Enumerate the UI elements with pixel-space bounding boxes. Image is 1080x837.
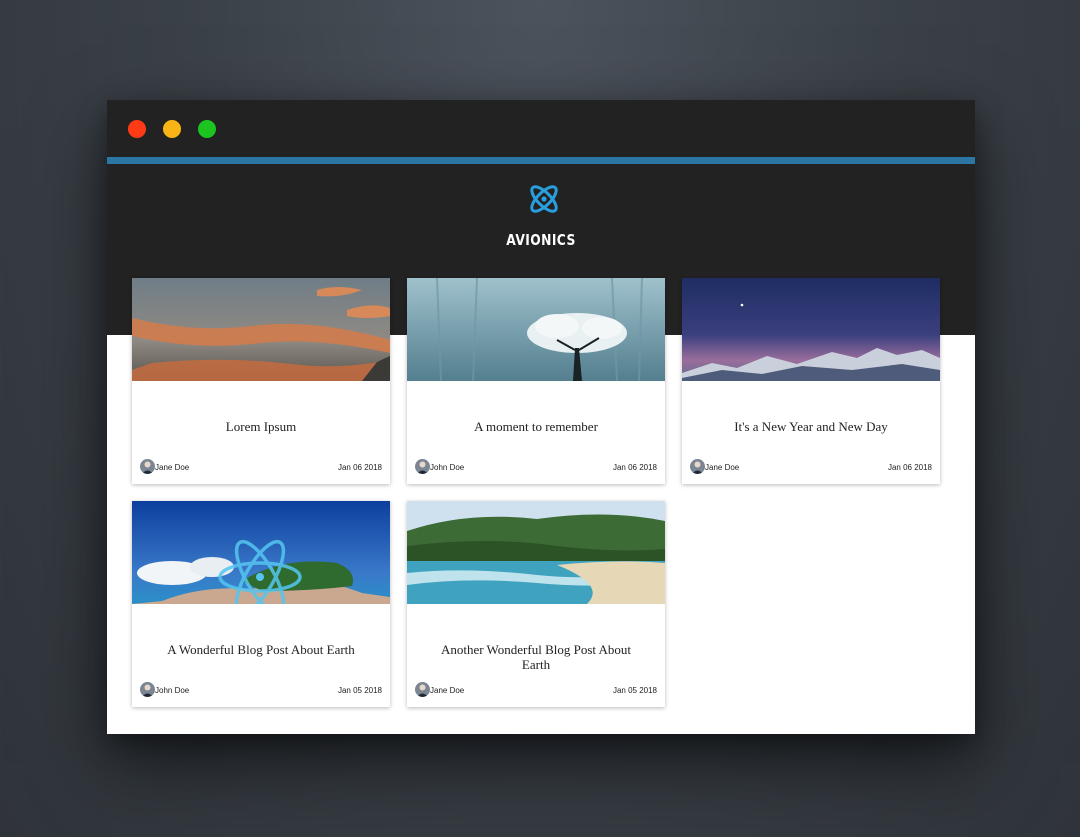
author-avatar bbox=[415, 682, 430, 697]
author-name: John Doe bbox=[155, 686, 190, 695]
post-card[interactable]: Lorem Ipsum Jane Doe Jan 06 2018 bbox=[132, 278, 390, 484]
browser-window: AVIONICS Lorem Ipsum Jane Doe Jan 06 201… bbox=[107, 100, 975, 734]
post-date: Jan 05 2018 bbox=[337, 686, 382, 695]
post-image-beach-hills[interactable] bbox=[407, 501, 665, 604]
author-name: Jane Doe bbox=[430, 686, 465, 695]
post-title[interactable]: A moment to remember bbox=[427, 419, 645, 434]
post-card[interactable]: A Wonderful Blog Post About Earth John D… bbox=[132, 501, 390, 707]
author-avatar bbox=[690, 459, 705, 474]
window-titlebar bbox=[107, 100, 975, 157]
post-card[interactable]: Another Wonderful Blog Post About Earth … bbox=[407, 501, 665, 707]
post-title[interactable]: Lorem Ipsum bbox=[152, 419, 370, 434]
post-image-mountain-twilight[interactable] bbox=[682, 278, 940, 381]
post-date: Jan 06 2018 bbox=[887, 463, 932, 472]
author-name: John Doe bbox=[430, 463, 465, 472]
post-date: Jan 05 2018 bbox=[612, 686, 657, 695]
author-avatar bbox=[140, 682, 155, 697]
post-meta: John Doe Jan 05 2018 bbox=[140, 682, 382, 698]
post-title[interactable]: A Wonderful Blog Post About Earth bbox=[152, 642, 370, 657]
post-card[interactable]: A moment to remember John Doe Jan 06 201… bbox=[407, 278, 665, 484]
close-window-button[interactable] bbox=[128, 120, 146, 138]
post-title[interactable]: It's a New Year and New Day bbox=[702, 419, 920, 434]
author-name: Jane Doe bbox=[705, 463, 740, 472]
author-avatar bbox=[140, 459, 155, 474]
post-meta: Jane Doe Jan 06 2018 bbox=[140, 459, 382, 475]
post-date: Jan 06 2018 bbox=[612, 463, 657, 472]
post-image-tropical-island[interactable] bbox=[132, 501, 390, 604]
post-meta: Jane Doe Jan 05 2018 bbox=[415, 682, 657, 698]
atom-logo-icon[interactable] bbox=[526, 181, 562, 217]
maximize-window-button[interactable] bbox=[198, 120, 216, 138]
post-meta: John Doe Jan 06 2018 bbox=[415, 459, 657, 475]
site-title[interactable]: AVIONICS bbox=[185, 231, 897, 249]
accent-bar bbox=[107, 157, 975, 164]
post-date: Jan 06 2018 bbox=[337, 463, 382, 472]
author-name: Jane Doe bbox=[155, 463, 190, 472]
post-image-sunset[interactable] bbox=[132, 278, 390, 381]
post-meta: Jane Doe Jan 06 2018 bbox=[690, 459, 932, 475]
post-image-foggy-tree[interactable] bbox=[407, 278, 665, 381]
minimize-window-button[interactable] bbox=[163, 120, 181, 138]
post-card[interactable]: It's a New Year and New Day Jane Doe Jan… bbox=[682, 278, 940, 484]
post-title[interactable]: Another Wonderful Blog Post About Earth bbox=[427, 642, 645, 672]
author-avatar bbox=[415, 459, 430, 474]
